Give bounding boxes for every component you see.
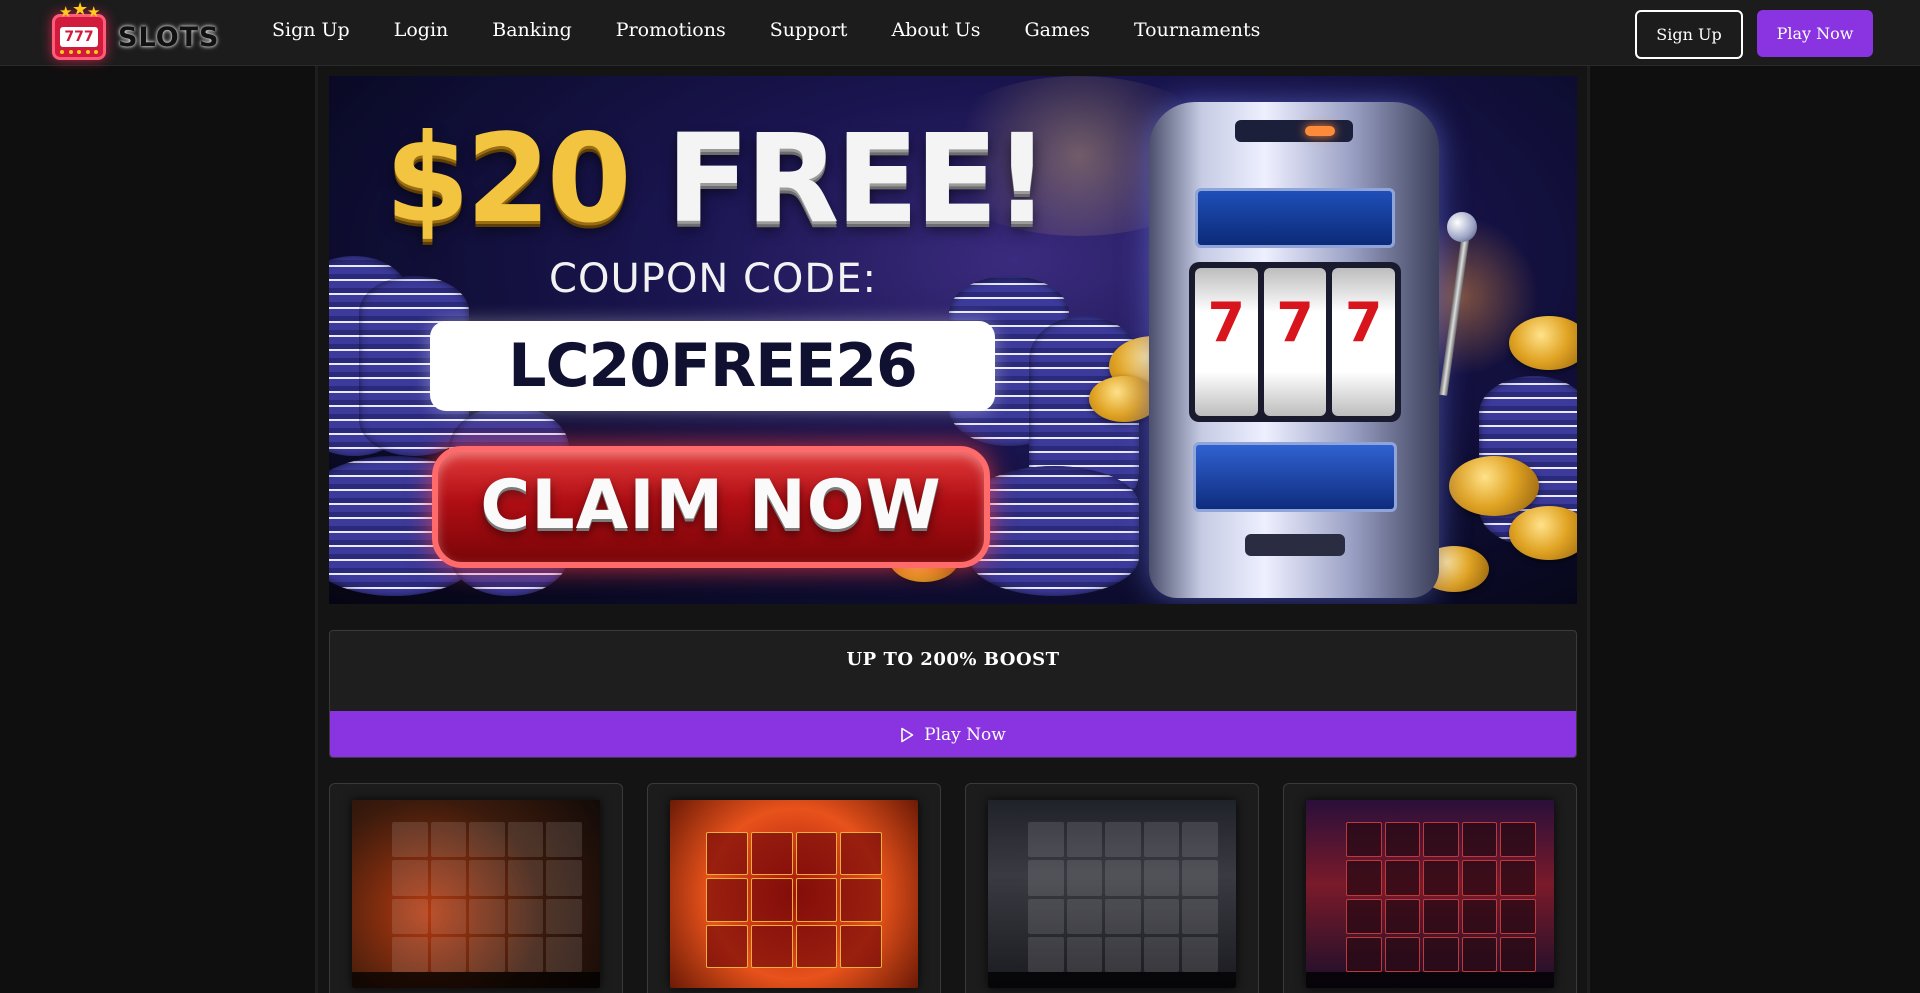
slot-logo-icon: ★ ★ ★ 777 (52, 0, 106, 60)
game-thumbnail[interactable] (988, 800, 1236, 988)
slot-reels: 7 7 7 (1189, 262, 1401, 422)
slot-control-panel (1193, 442, 1397, 512)
game-card[interactable] (329, 783, 623, 993)
thumbnail-bar (352, 972, 600, 988)
promo-banner[interactable]: $20 FREE! COUPON CODE: LC20FREE26 CLAIM … (329, 76, 1577, 604)
star-icon: ★ (72, 0, 89, 20)
top-header: ★ ★ ★ 777 SLOTS Sign Up Login Banking Pr… (0, 0, 1920, 66)
boost-title: UP TO 200% BOOST (846, 649, 1060, 670)
slot-coin-tray (1245, 534, 1345, 556)
slot-grid (1028, 822, 1218, 972)
game-card[interactable] (647, 783, 941, 993)
slot-grid (706, 832, 882, 968)
play-icon (901, 727, 914, 743)
slot-machine-icon: 7 7 7 (1149, 102, 1439, 598)
banner-headline: $20 FREE! (385, 104, 1050, 254)
logo-dots (60, 50, 98, 54)
game-card[interactable] (1283, 783, 1577, 993)
star-icon: ★ (87, 3, 101, 21)
star-icon: ★ (59, 3, 73, 21)
gold-coin-icon (1509, 316, 1577, 370)
game-thumbnail[interactable] (352, 800, 600, 988)
logo-text: SLOTS (118, 22, 220, 53)
coupon-code[interactable]: LC20FREE26 (430, 321, 995, 411)
slot-light (1305, 126, 1335, 136)
game-card[interactable] (965, 783, 1259, 993)
thumbnail-bar (988, 972, 1236, 988)
gold-coin-icon (1449, 456, 1539, 516)
boost-play-now-button[interactable]: Play Now (330, 711, 1576, 757)
signup-button[interactable]: Sign Up (1635, 10, 1743, 59)
site-logo[interactable]: ★ ★ ★ 777 SLOTS (52, 0, 219, 60)
nav-login[interactable]: Login (394, 14, 449, 46)
gold-coin-icon (1509, 506, 1577, 560)
bonus-free: FREE! (666, 108, 1050, 250)
slot-lever-knob-icon (1447, 212, 1477, 242)
game-thumbnail[interactable] (1306, 800, 1554, 988)
thumbnail-bar (1306, 972, 1554, 988)
nav-tournaments[interactable]: Tournaments (1134, 14, 1260, 46)
nav-promotions[interactable]: Promotions (616, 14, 726, 46)
coupon-label: COUPON CODE: (549, 256, 877, 302)
play-now-button[interactable]: Play Now (1757, 10, 1873, 57)
slot-grid (392, 822, 582, 972)
nav-sign-up[interactable]: Sign Up (272, 14, 350, 46)
bonus-amount: $20 (385, 108, 632, 250)
slot-grid (1346, 822, 1536, 972)
nav-banking[interactable]: Banking (492, 14, 572, 46)
reel-seven-icon: 7 (1332, 268, 1396, 416)
slot-top-panel (1235, 120, 1353, 142)
nav-about-us[interactable]: About Us (891, 14, 980, 46)
reel-seven-icon: 7 (1263, 268, 1327, 416)
claim-now-button[interactable]: CLAIM NOW (432, 446, 990, 568)
nav-games[interactable]: Games (1024, 14, 1090, 46)
reel-seven-icon: 7 (1195, 268, 1258, 416)
logo-badge: 777 (60, 27, 98, 47)
games-grid (329, 783, 1577, 993)
chip-stack-icon (969, 466, 1139, 596)
nav-support[interactable]: Support (770, 14, 848, 46)
game-thumbnail[interactable] (670, 800, 918, 988)
boost-card: UP TO 200% BOOST Play Now (329, 630, 1577, 758)
slot-screen (1195, 188, 1395, 248)
boost-button-label: Play Now (924, 725, 1006, 745)
main-nav: Sign Up Login Banking Promotions Support… (272, 14, 1304, 46)
